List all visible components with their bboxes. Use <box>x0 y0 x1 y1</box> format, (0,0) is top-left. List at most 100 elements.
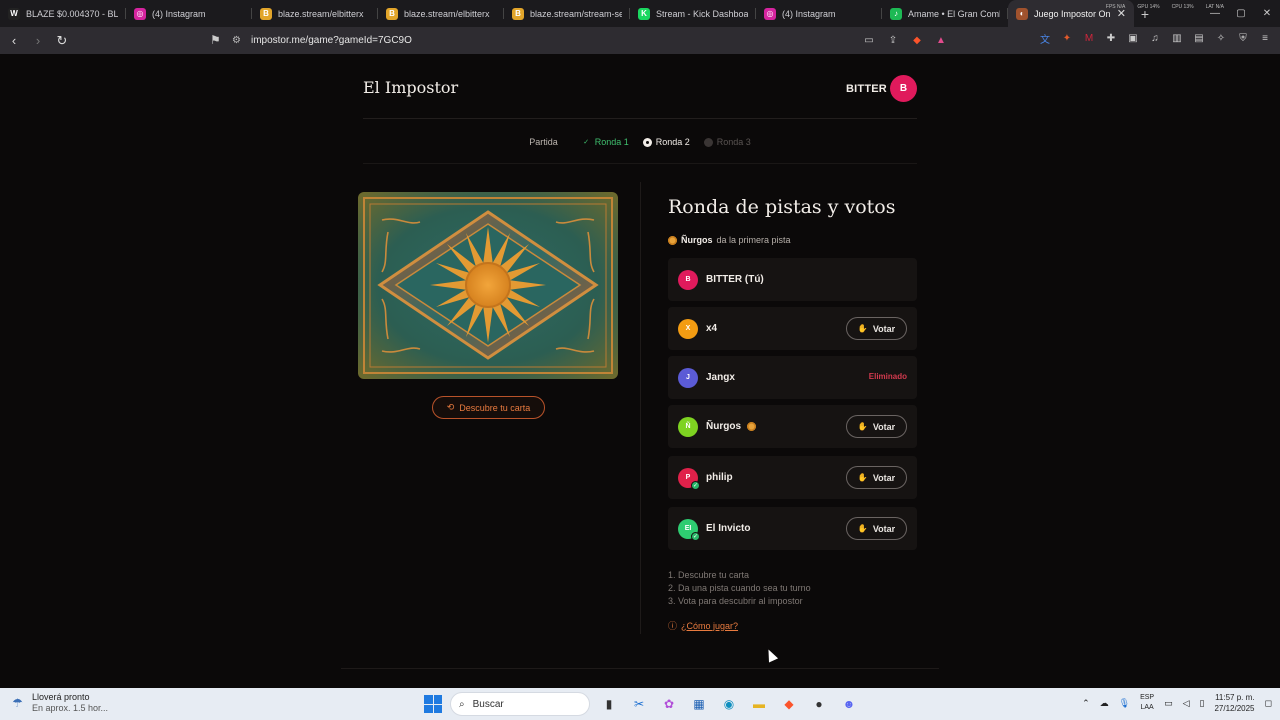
tab-favicon-icon: ◎ <box>764 7 776 20</box>
round-step-1: ✓ Ronda 1 <box>582 137 628 147</box>
player-avatar: X <box>678 318 698 339</box>
tab-title: Juego Impostor Online <box>1034 8 1111 19</box>
tab-favicon-icon: K <box>638 7 650 20</box>
vote-button[interactable]: ✋ Votar <box>846 317 907 340</box>
onedrive-icon[interactable]: ☁ <box>1100 698 1109 709</box>
page: El Impostor BITTER B Partida ✓ Ronda 1 R… <box>0 54 1280 688</box>
snipping-tool-icon[interactable]: ✂ <box>628 693 650 715</box>
vote-button[interactable]: ✋ Votar <box>846 466 907 489</box>
hand-icon: ✋ <box>857 473 868 482</box>
vote-label: Votar <box>872 421 896 432</box>
back-icon[interactable]: ‹ <box>4 31 24 51</box>
clock[interactable]: 11:57 p. m. 27/12/2025 <box>1214 692 1254 714</box>
copilot-icon[interactable]: ✿ <box>658 693 680 715</box>
player-avatar: EI ✓ <box>678 518 700 541</box>
browser-tab[interactable]: Bblaze.stream/stream-settings <box>504 0 630 27</box>
instructions: 1. Descubre tu carta 2. Da una pista cua… <box>668 569 811 608</box>
weather-title: Lloverá pronto <box>32 692 90 702</box>
bookmark-icon[interactable]: ⚑ <box>210 33 221 47</box>
forward-icon[interactable]: › <box>28 31 48 51</box>
address-bar[interactable]: ⚙ impostor.me/game?gameId=7GC9O <box>232 30 960 51</box>
site-info-icon[interactable]: ⚙ <box>232 35 241 46</box>
start-button[interactable] <box>424 695 442 713</box>
user-avatar[interactable]: B <box>890 75 917 102</box>
clock-time: 11:57 p. m. <box>1215 693 1255 702</box>
cast-icon[interactable]: ▭ <box>862 33 876 47</box>
system-monitor-stat: FPS N/A <box>1105 4 1126 10</box>
vote-button[interactable]: ✋ Votar <box>846 415 907 438</box>
player-row: B BITTER (Tú) <box>668 258 917 301</box>
brave-shield-icon[interactable]: ◆ <box>910 33 924 47</box>
player-initial: EI <box>684 525 692 532</box>
progress-label: Partida <box>529 137 558 147</box>
browser-tab[interactable]: ♪ Amame • El Gran Combo <box>882 0 1008 27</box>
brave-rewards-icon[interactable]: ▲ <box>934 33 948 47</box>
browser-tab[interactable]: ◎ (4) Instagram <box>126 0 252 27</box>
weather-widget[interactable]: ☂ Lloverá pronto En aprox. 1.5 hor... <box>12 692 108 714</box>
brave-icon[interactable]: ◆ <box>778 693 800 715</box>
extension-m-icon[interactable]: M <box>1082 31 1096 45</box>
hand-icon: ✋ <box>857 422 868 431</box>
first-clue-notice: Ñurgos da la primera pista <box>668 235 791 245</box>
network-icon[interactable]: ▭ <box>1164 698 1173 709</box>
wallet-icon[interactable]: ▤ <box>1192 31 1206 45</box>
reveal-card-button[interactable]: ⟲ Descubre tu carta <box>432 396 545 419</box>
leo-ai-icon[interactable]: ✧ <box>1214 31 1228 45</box>
volume-icon[interactable]: ◁ <box>1183 698 1190 709</box>
round-step-label: Ronda 3 <box>716 137 751 147</box>
extensions-icon[interactable]: ✚ <box>1104 31 1118 45</box>
reload-icon[interactable]: ↻ <box>52 31 72 51</box>
notifications-icon[interactable]: ◻ <box>1265 698 1272 709</box>
round-step-label: Ronda 2 <box>655 137 690 147</box>
minimize-icon[interactable]: — <box>1202 0 1228 27</box>
language-indicator[interactable]: ESP LAA <box>1140 693 1154 713</box>
chevron-up-icon[interactable]: ⌃ <box>1082 698 1090 709</box>
tab-title: blaze.stream/stream-settings <box>530 8 622 19</box>
player-name: x4 <box>706 323 718 334</box>
how-to-play-link[interactable]: ¿Cómo jugar? <box>681 621 738 631</box>
browser-tab[interactable]: K Stream - Kick Dashboard <box>630 0 756 27</box>
card-back[interactable] <box>358 192 618 379</box>
browser-tab[interactable]: Bblaze.stream/elbitterx <box>252 0 378 27</box>
extension-icon[interactable]: ✦ <box>1060 31 1074 45</box>
player-name: philip <box>706 472 733 483</box>
sidebar-icon[interactable]: ▥ <box>1170 31 1184 45</box>
browser-tab[interactable]: Bblaze.stream/elbitterx <box>378 0 504 27</box>
discord-icon[interactable]: ☻ <box>838 693 860 715</box>
edge-icon[interactable]: ◉ <box>718 693 740 715</box>
instruction-item: 2. Da una pista cuando sea tu turno <box>668 583 811 593</box>
close-window-icon[interactable]: ✕ <box>1254 0 1280 27</box>
app-icon[interactable]: ● <box>808 693 830 715</box>
turn-coin-icon <box>747 422 756 431</box>
url-text[interactable]: impostor.me/game?gameId=7GC9O <box>251 35 412 46</box>
screenshot-icon[interactable]: ▣ <box>1126 31 1140 45</box>
hand-icon: ✋ <box>857 524 868 533</box>
tab-favicon-icon: ♪ <box>890 7 902 20</box>
site-title[interactable]: El Impostor <box>363 78 458 97</box>
browser-tab[interactable]: W BLAZE $0.004370 - BLAZE <box>0 0 126 27</box>
tab-favicon-icon: B <box>512 7 524 20</box>
hand-icon: ✋ <box>857 324 868 333</box>
taskbar-search[interactable]: ⌕ Buscar <box>450 692 590 716</box>
battery-icon[interactable]: ▯ <box>1200 698 1205 709</box>
translate-icon[interactable]: 文 <box>1038 31 1052 46</box>
file-explorer-icon[interactable]: ▬ <box>748 693 770 715</box>
player-name-wrap: x4 <box>706 323 717 334</box>
share-icon[interactable]: ⇪ <box>886 33 900 47</box>
menu-icon[interactable]: ≡ <box>1258 31 1272 45</box>
browser-tab[interactable]: ◎ (4) Instagram <box>756 0 882 27</box>
media-icon[interactable]: ♫ <box>1148 31 1162 45</box>
player-row: EI ✓ El Invicto ✋ Votar <box>668 507 917 550</box>
player-row: J Jangx Eliminado <box>668 356 917 399</box>
store-icon[interactable]: ▦ <box>688 693 710 715</box>
ready-check-icon: ✓ <box>691 531 700 541</box>
how-to-play[interactable]: ⓘ ¿Cómo jugar? <box>668 619 738 632</box>
maximize-icon[interactable]: ▢ <box>1228 0 1254 27</box>
microphone-icon[interactable]: 🎙 <box>1119 698 1130 709</box>
task-view-icon[interactable]: ▮ <box>598 693 620 715</box>
vpn-icon[interactable]: ⛨ <box>1236 31 1250 45</box>
tab-title: Stream - Kick Dashboard <box>656 8 748 19</box>
progress-divider <box>363 163 917 164</box>
vote-button[interactable]: ✋ Votar <box>846 517 907 540</box>
player-initial: Ñ <box>685 423 691 430</box>
